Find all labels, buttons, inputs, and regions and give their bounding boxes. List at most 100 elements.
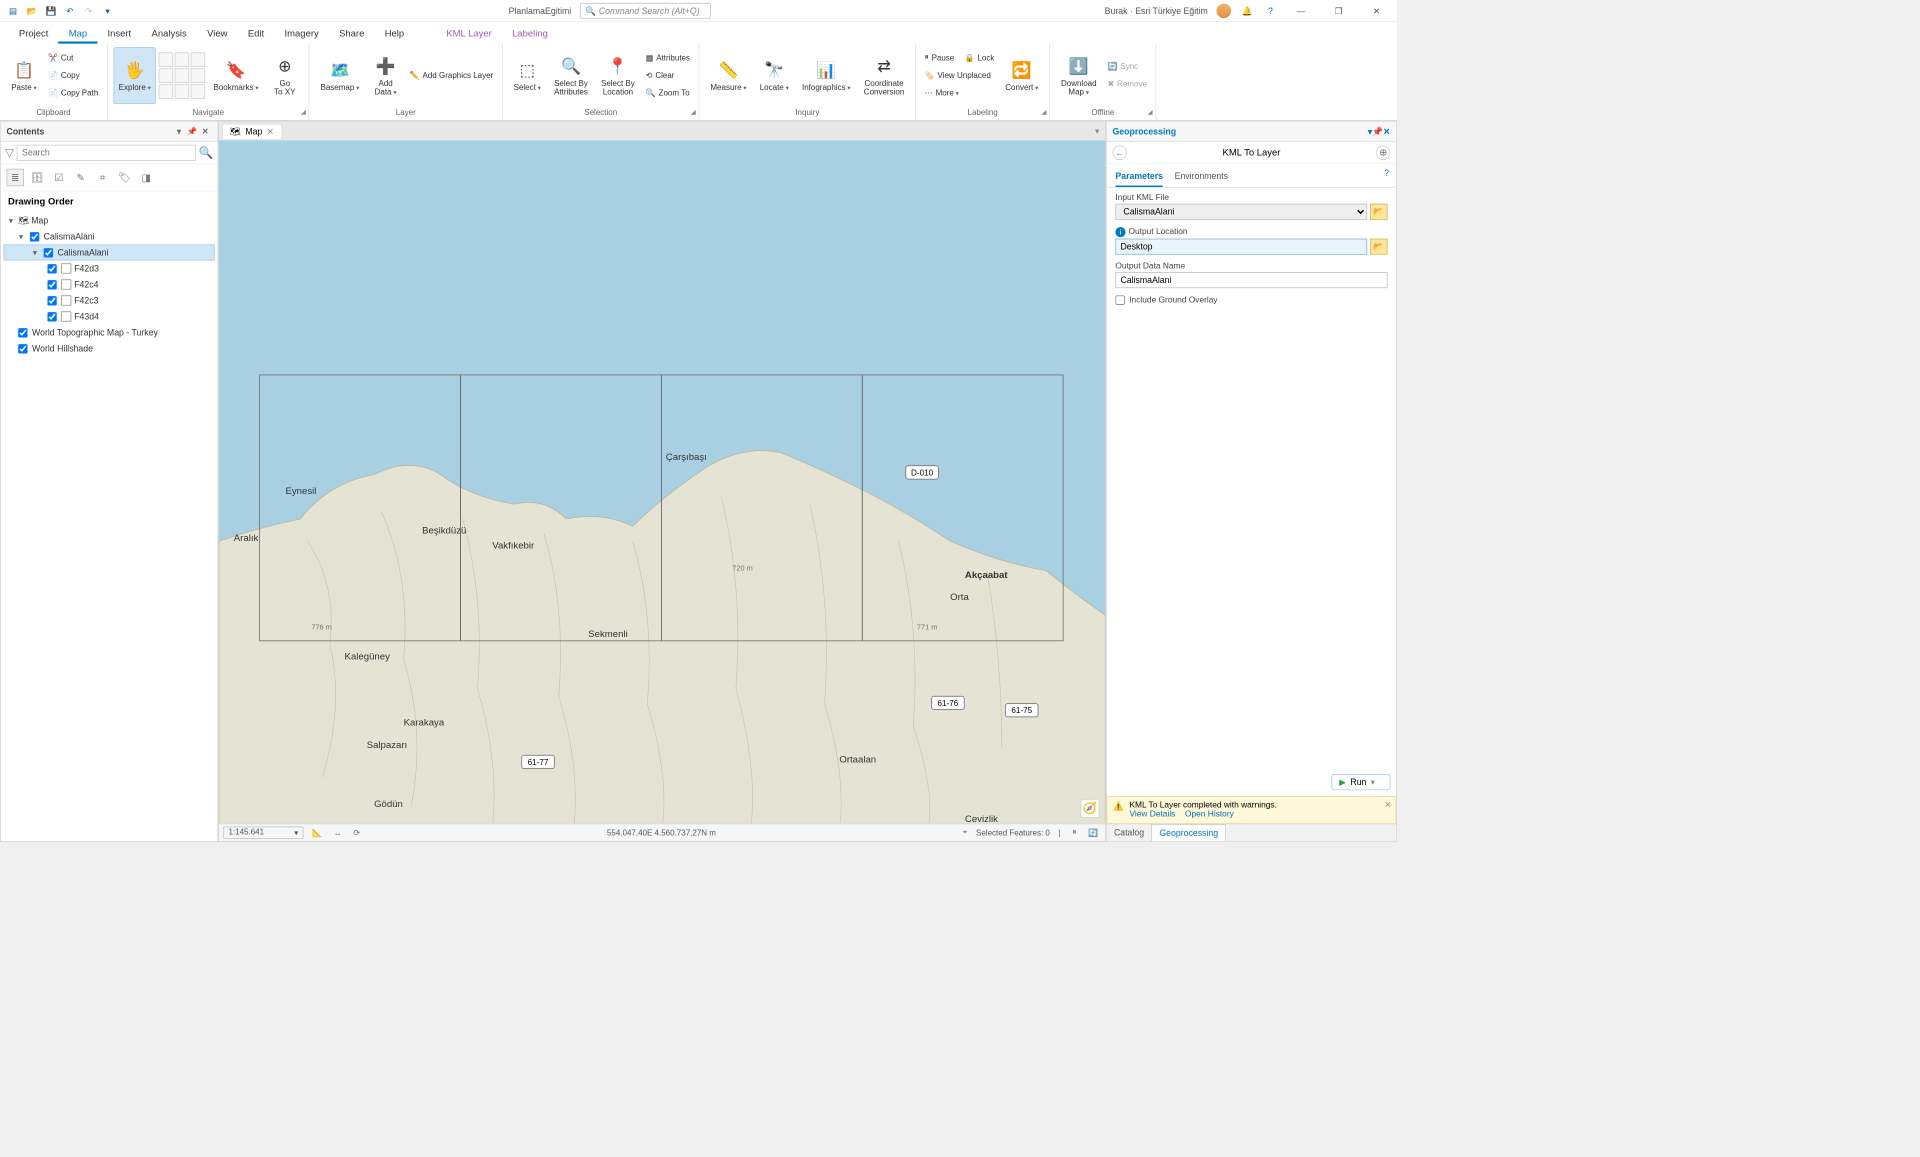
list-source-icon[interactable]: 🗄 [28, 169, 45, 186]
tab-labeling[interactable]: Labeling [502, 23, 558, 43]
select-button[interactable]: ⬚Select [509, 47, 547, 104]
attributes-button[interactable]: ▦Attributes [643, 50, 693, 66]
tab-view[interactable]: View [197, 23, 238, 43]
select-by-attributes-button[interactable]: 🔍Select By Attributes [549, 47, 593, 104]
navigate-extent-grid[interactable] [159, 52, 206, 99]
tab-help[interactable]: Help [375, 23, 415, 43]
view-tab-menu-icon[interactable]: ▾ [1095, 126, 1105, 136]
tree-basemap2[interactable]: World Hillshade [4, 341, 215, 357]
bottom-tab-catalog[interactable]: Catalog [1107, 824, 1152, 841]
redo-icon[interactable]: ↷ [81, 3, 96, 18]
tab-edit[interactable]: Edit [238, 23, 275, 43]
map-view-tab[interactable]: 🗺 Map ✕ [222, 123, 282, 138]
measure-button[interactable]: 📏Measure [705, 47, 751, 104]
map-canvas[interactable]: D-010 61-77 61-76 61-75 Aralık Eynesil B… [219, 140, 1105, 823]
go-to-xy-button[interactable]: ⊕ Go To XY [267, 47, 303, 104]
gp-message-close-icon[interactable]: ✕ [1384, 800, 1391, 810]
user-label[interactable]: Burak · Esri Türkiye Eğitim [1105, 5, 1208, 15]
list-snapping-icon[interactable]: ⌗ [94, 169, 111, 186]
gp-close-icon[interactable]: ✕ [1383, 126, 1390, 136]
group-visibility-checkbox[interactable] [30, 232, 39, 241]
tree-group[interactable]: ▾CalismaAlani [4, 228, 215, 244]
list-selection-icon[interactable]: ☑ [50, 169, 67, 186]
labeling-more-button[interactable]: ⋯More [922, 85, 998, 101]
tree-sublayer[interactable]: F42d3 [4, 260, 215, 276]
minimize-button[interactable]: — [1286, 0, 1315, 21]
browse-input-icon[interactable]: 📂 [1370, 204, 1387, 220]
list-labeling-icon[interactable]: 🏷 [116, 169, 133, 186]
locate-button[interactable]: 🔭Locate [755, 47, 794, 104]
rotation-icon[interactable]: ⟳ [350, 827, 363, 839]
tab-insert[interactable]: Insert [97, 23, 141, 43]
bottom-tab-geoprocessing[interactable]: Geoprocessing [1151, 824, 1226, 841]
new-project-icon[interactable]: ▤ [6, 3, 21, 18]
user-avatar-icon[interactable] [1217, 3, 1232, 18]
select-by-location-button[interactable]: 📍Select By Location [596, 47, 640, 104]
gp-open-history-link[interactable]: Open History [1185, 810, 1234, 819]
paste-button[interactable]: 📋 Paste [6, 47, 42, 104]
contents-close-icon[interactable]: ✕ [199, 127, 212, 136]
cut-button[interactable]: ✂️Cut [45, 50, 101, 66]
copy-path-button[interactable]: 📄Copy Path [45, 85, 101, 101]
layer-visibility-checkbox[interactable] [44, 248, 53, 257]
close-button[interactable]: ✕ [1362, 0, 1391, 21]
zoom-to-button[interactable]: 🔍Zoom To [643, 85, 693, 101]
command-search[interactable]: 🔍 Command Search (Alt+Q) [580, 3, 711, 19]
gp-run-button[interactable]: ▶ Run ▾ [1331, 774, 1390, 790]
coordinate-readout[interactable]: 554.047,40E 4.560.737,27N m [369, 828, 954, 837]
navigate-launcher[interactable]: ◢ [301, 108, 306, 116]
offline-launcher[interactable]: ◢ [1148, 108, 1153, 116]
labeling-launcher[interactable]: ◢ [1041, 108, 1046, 116]
add-graphics-layer-button[interactable]: ✏️Add Graphics Layer [407, 67, 496, 83]
add-data-button[interactable]: ➕ Add Data [367, 47, 403, 104]
undo-icon[interactable]: ↶ [63, 3, 78, 18]
close-map-tab-icon[interactable]: ✕ [267, 126, 274, 136]
refresh-map-icon[interactable]: 🔄 [1085, 827, 1101, 839]
tree-map[interactable]: ▾🗺Map [4, 212, 215, 228]
maximize-button[interactable]: ❐ [1324, 0, 1353, 21]
gp-back-button[interactable]: ← [1113, 145, 1128, 160]
list-drawing-order-icon[interactable]: ≣ [7, 169, 24, 186]
tree-layer-selected[interactable]: ▾CalismaAlani [4, 244, 215, 260]
list-editing-icon[interactable]: ✎ [72, 169, 89, 186]
navigator-icon[interactable]: 🧭 [1080, 799, 1099, 818]
gp-output-loc-field[interactable] [1115, 239, 1367, 255]
tree-sublayer[interactable]: F42c3 [4, 292, 215, 308]
open-project-icon[interactable]: 📂 [25, 3, 40, 18]
tab-project[interactable]: Project [9, 23, 59, 43]
tab-map[interactable]: Map [59, 23, 98, 43]
save-project-icon[interactable]: 💾 [44, 3, 59, 18]
gp-tab-parameters[interactable]: Parameters [1115, 167, 1163, 187]
contents-search-input[interactable] [17, 145, 196, 161]
filter-icon[interactable]: ▽ [5, 146, 14, 161]
contents-search-icon[interactable]: 🔍 [199, 146, 213, 161]
scale-constraints-icon[interactable]: ↔ [331, 827, 345, 839]
notifications-icon[interactable]: 🔔 [1240, 3, 1255, 18]
copy-button[interactable]: 📄Copy [45, 67, 101, 83]
clear-selection-button[interactable]: ⟲Clear [643, 67, 693, 83]
list-perspective-icon[interactable]: ◨ [138, 169, 155, 186]
gp-overlay-checkbox[interactable] [1115, 295, 1124, 304]
infographics-button[interactable]: 📊Infographics [797, 47, 856, 104]
pause-drawing-icon[interactable]: ⏸ [1069, 827, 1079, 839]
tab-share[interactable]: Share [329, 23, 375, 43]
tree-basemap1[interactable]: World Topographic Map - Turkey [4, 325, 215, 341]
tab-imagery[interactable]: Imagery [274, 23, 329, 43]
download-map-button[interactable]: ⬇️Download Map [1056, 47, 1102, 104]
tab-kml-layer[interactable]: KML Layer [436, 23, 502, 43]
gp-autohide-icon[interactable]: 📌 [1372, 126, 1383, 136]
tab-analysis[interactable]: Analysis [141, 23, 197, 43]
info-icon[interactable]: i [1115, 227, 1125, 237]
remove-offline-button[interactable]: ✖Remove [1105, 76, 1150, 92]
explore-button[interactable]: 🖐️ Explore [114, 47, 156, 104]
qat-more-icon[interactable]: ▾ [100, 3, 115, 18]
gp-tab-environments[interactable]: Environments [1175, 167, 1228, 187]
convert-labels-button[interactable]: 🔁Convert [1000, 47, 1043, 104]
gp-view-details-link[interactable]: View Details [1129, 810, 1175, 819]
map-scale-input[interactable]: 1:145.641▾ [223, 827, 303, 839]
contents-menu-icon[interactable]: ▾ [172, 127, 185, 136]
selected-features-readout[interactable]: Selected Features: 0 [976, 828, 1050, 837]
sync-button[interactable]: 🔄Sync [1105, 59, 1150, 75]
view-unplaced-button[interactable]: 🏷️View Unplaced [922, 67, 998, 83]
pause-labels-button[interactable]: ⏸Pause 🔒Lock [922, 50, 998, 66]
